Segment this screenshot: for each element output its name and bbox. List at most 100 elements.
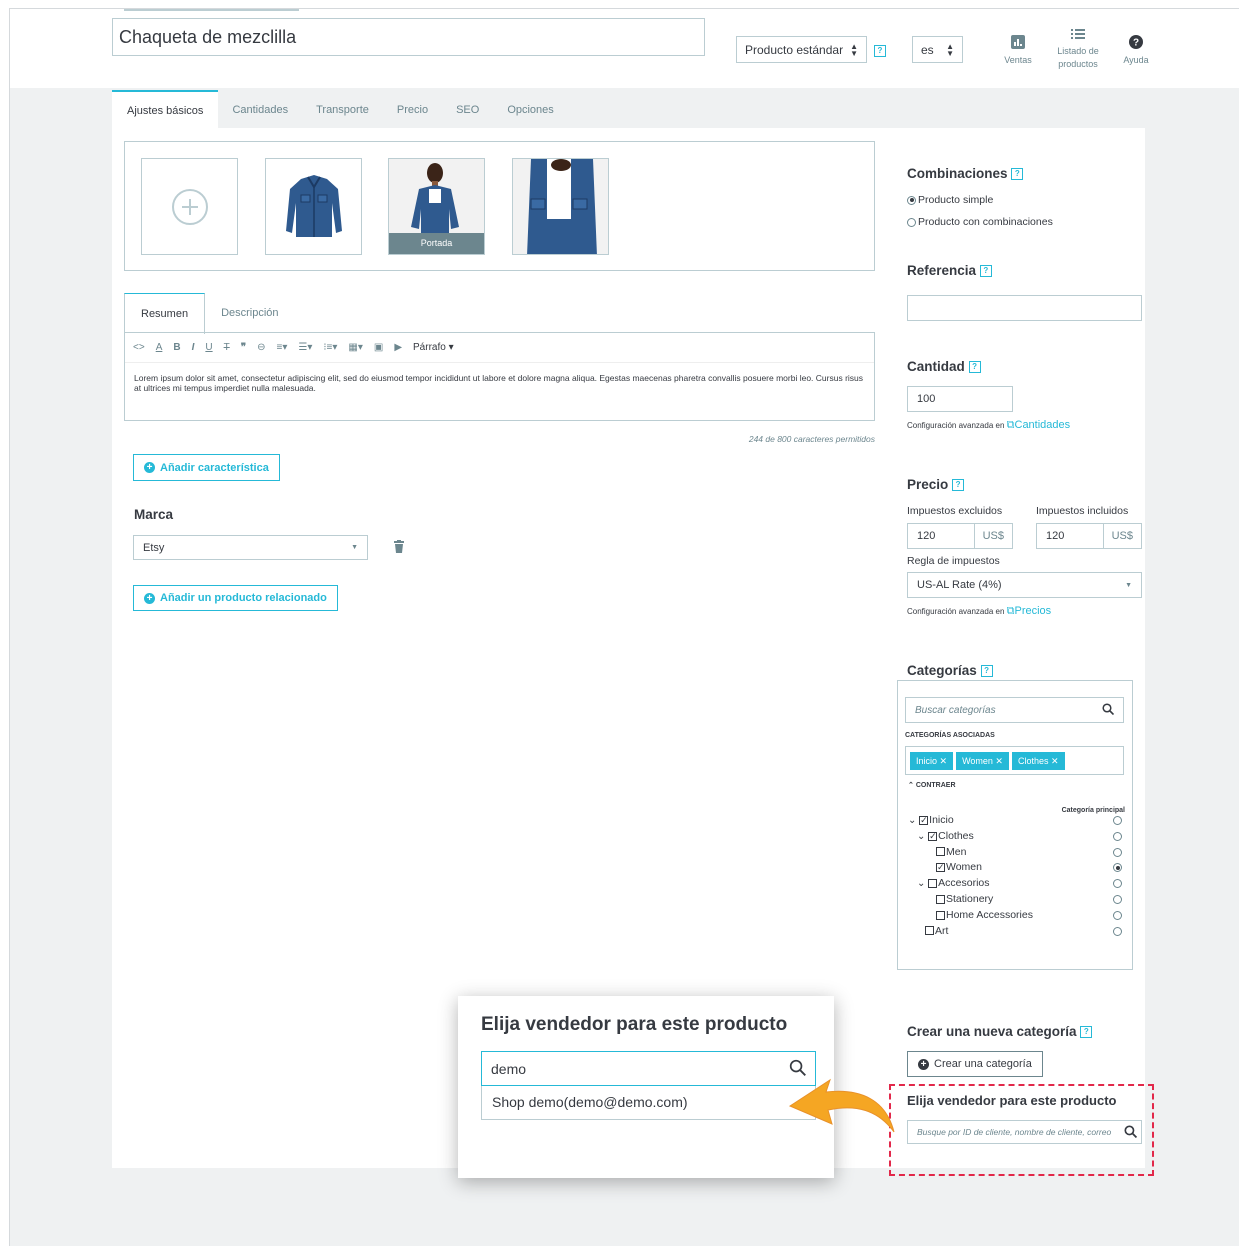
new-category-help-icon[interactable]: ? [1080,1026,1093,1039]
chevron-down-icon[interactable]: ⌄ [917,831,928,842]
categories-title: Categorías ? [907,663,993,678]
product-image-cover[interactable]: Portada [388,158,485,255]
quote-icon[interactable]: ❞ [241,342,246,353]
help-button[interactable]: ? Ayuda [1118,35,1154,67]
price-incl-input[interactable]: 120 US$ [1036,523,1142,549]
text-color-icon[interactable]: A [156,342,163,353]
tab-price[interactable]: Precio [383,90,442,130]
main-category-radio[interactable] [1113,831,1122,841]
underline-icon[interactable]: U [205,342,212,353]
prices-link[interactable]: ⧉Precios [1007,605,1052,617]
product-image-1[interactable] [265,158,362,255]
align-icon[interactable]: ≡▾ [277,342,288,353]
product-image-3[interactable] [512,158,609,255]
media-icon[interactable]: ▶ [394,342,402,353]
popup-search-input[interactable]: demo [481,1051,816,1086]
tax-rule-select[interactable]: US-AL Rate (4%) ▼ [907,572,1142,598]
main-category-radio[interactable] [1113,895,1122,904]
add-feature-button[interactable]: + Añadir característica [133,454,280,481]
select-arrows-icon: ▲ ▼ [850,41,858,58]
combinations-product-radio[interactable]: Producto con combinaciones [907,216,1053,228]
simple-product-radio[interactable]: Producto simple [907,194,993,206]
reference-help-icon[interactable]: ? [979,265,992,278]
main-category-radio[interactable] [1113,910,1122,920]
tab-options[interactable]: Opciones [493,90,567,130]
category-checkbox[interactable] [928,878,938,888]
tab-quantities[interactable]: Cantidades [218,90,302,130]
chevron-down-icon[interactable]: ⌄ [917,878,928,889]
main-category-radio[interactable] [1113,863,1122,873]
category-checkbox[interactable]: ✓ [936,863,945,873]
product-name-input[interactable]: Chaqueta de mezclilla [112,18,705,56]
create-category-button[interactable]: + Crear una categoría [907,1051,1043,1077]
reference-input[interactable] [907,295,1142,321]
price-excl-input[interactable]: 120 US$ [907,523,1013,549]
product-type-help-icon[interactable]: ? [874,45,886,57]
caret-down-icon: ▼ [1125,581,1132,589]
category-tree-item[interactable]: ⌄ ✓Clothes [917,829,974,844]
strikethrough-icon[interactable]: T [224,342,230,353]
tab-summary[interactable]: Resumen [124,293,206,334]
category-checkbox[interactable] [936,894,945,904]
main-category-radio[interactable] [1113,816,1122,825]
product-tabs: Ajustes básicos Cantidades Transporte Pr… [112,90,568,130]
link-icon[interactable]: ⊖ [257,342,265,353]
categories-help-icon[interactable]: ? [980,665,993,678]
collapse-button[interactable]: ⌃ CONTRAER [908,781,956,789]
tab-seo[interactable]: SEO [442,90,493,130]
combinations-help-icon[interactable]: ? [1011,168,1024,181]
image-icon[interactable]: ▣ [374,342,383,353]
category-tree-item[interactable]: Home Accessories [936,908,1033,923]
quantities-link[interactable]: ⧉Cantidades [1007,419,1071,431]
category-search-input[interactable]: Buscar categorías [905,697,1124,723]
category-checkbox[interactable]: ✓ [928,831,938,841]
category-tree-item[interactable]: ⌄ Accesorios [917,876,990,891]
summary-text[interactable]: Lorem ipsum dolor sit amet, consectetur … [125,363,874,403]
product-type-select[interactable]: Producto estándar ▲ ▼ [736,36,867,63]
category-checkbox[interactable] [936,847,945,857]
tab-basic-settings[interactable]: Ajustes básicos [112,90,219,130]
category-checkbox[interactable]: ✓ [919,815,929,825]
bullet-list-icon[interactable]: ☰▾ [298,342,312,353]
vendor-search-input[interactable]: Busque por ID de cliente, nombre de clie… [907,1120,1142,1144]
sales-button[interactable]: Ventas [998,35,1038,67]
category-tree-item[interactable]: ⌄ ✓Inicio [908,813,954,828]
quantity-help-icon[interactable]: ? [968,361,981,374]
trash-icon[interactable] [394,540,404,556]
tag-inicio[interactable]: Inicio ✕ [910,752,954,770]
popup-search-value: demo [491,1060,527,1077]
category-checkbox[interactable] [936,910,945,920]
main-category-radio[interactable] [1113,926,1122,936]
main-category-radio[interactable] [1113,879,1122,889]
combinations-title: Combinaciones ? [907,166,1024,181]
chevron-down-icon[interactable]: ⌄ [908,815,919,826]
tag-women[interactable]: Women ✕ [956,752,1009,770]
quantity-input[interactable]: 100 [907,386,1013,412]
language-select[interactable]: es ▲ ▼ [912,36,963,63]
categories-box: Buscar categorías CATEGORÍAS ASOCIADAS I… [897,680,1133,970]
tab-shipping[interactable]: Transporte [302,90,383,130]
price-help-icon[interactable]: ? [952,479,965,492]
category-label: Women [946,861,982,874]
arrow-icon [788,1078,895,1133]
category-tree-item[interactable]: Art [925,924,948,939]
tab-description[interactable]: Descripción [205,293,294,333]
reference-title: Referencia ? [907,263,992,278]
code-icon[interactable]: <> [133,342,145,353]
add-related-product-button[interactable]: + Añadir un producto relacionado [133,585,338,611]
main-category-radio[interactable] [1113,847,1122,857]
tag-clothes[interactable]: Clothes ✕ [1011,752,1065,770]
brand-select[interactable]: Etsy ▼ [133,535,368,560]
category-tree-item[interactable]: Men [936,845,966,860]
paragraph-select[interactable]: Párrafo ▾ [413,342,454,353]
popup-result-item[interactable]: Shop demo(demo@demo.com) [481,1086,816,1120]
category-checkbox[interactable] [925,926,934,936]
italic-icon[interactable]: I [192,342,195,353]
add-image-button[interactable] [141,158,238,255]
category-tree-item[interactable]: ✓Women [936,860,982,875]
category-tree-item[interactable]: Stationery [936,892,993,907]
table-icon[interactable]: ▦▾ [348,342,362,353]
numbered-list-icon[interactable]: ⁝≡▾ [323,342,337,353]
product-list-button[interactable]: Listado de productos [1050,28,1106,71]
bold-icon[interactable]: B [173,342,180,353]
